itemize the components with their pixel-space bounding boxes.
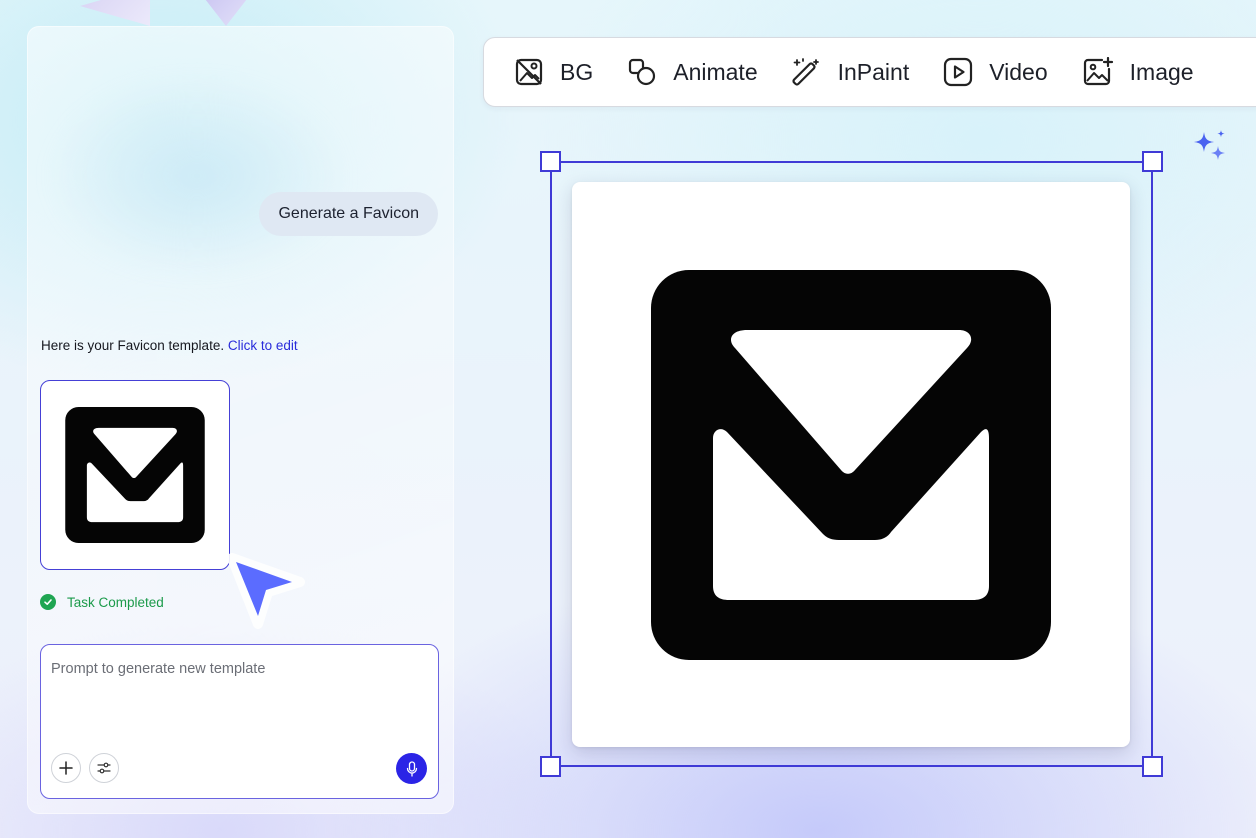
play-icon — [944, 57, 973, 87]
resize-handle-bottom-left[interactable] — [540, 756, 561, 777]
assistant-reply: Here is your Favicon template. Click to … — [41, 338, 298, 353]
envelope-favicon-icon — [65, 407, 205, 543]
decor-shape-left — [80, 0, 150, 26]
editor-toolbar: BG Animate InPaint Video Image — [483, 37, 1256, 107]
favicon-thumbnail[interactable] — [40, 380, 230, 570]
check-circle-icon — [40, 594, 56, 610]
magic-wand-icon — [792, 58, 819, 86]
panel-glow — [47, 76, 347, 276]
chat-panel: Generate a Favicon Here is your Favicon … — [27, 26, 454, 814]
tool-animate[interactable]: Animate — [627, 57, 758, 87]
add-button[interactable] — [51, 753, 81, 783]
settings-button[interactable] — [89, 753, 119, 783]
prompt-input[interactable] — [51, 661, 427, 751]
reply-text: Here is your Favicon template. — [41, 338, 225, 353]
task-status: Task Completed — [40, 594, 164, 610]
selection-box[interactable] — [540, 151, 1163, 777]
click-to-edit-link[interactable]: Click to edit — [228, 338, 298, 353]
tool-inpaint-label: InPaint — [837, 58, 910, 85]
sliders-icon — [97, 762, 111, 774]
tool-image[interactable]: Image — [1082, 57, 1194, 87]
resize-handle-bottom-right[interactable] — [1142, 756, 1163, 777]
tool-bg[interactable]: BG — [514, 57, 593, 87]
microphone-icon — [406, 760, 417, 777]
tool-inpaint[interactable]: InPaint — [792, 57, 910, 87]
tool-video-label: Video — [989, 58, 1048, 85]
user-message-bubble: Generate a Favicon — [259, 192, 438, 236]
sparkle-icon — [1190, 128, 1230, 173]
prompt-composer — [40, 644, 439, 799]
shapes-icon — [629, 58, 656, 86]
remove-bg-icon — [515, 58, 543, 86]
tool-image-label: Image — [1129, 58, 1194, 85]
resize-handle-top-right[interactable] — [1142, 151, 1163, 172]
tool-bg-label: BG — [560, 58, 594, 85]
tool-animate-label: Animate — [673, 58, 758, 85]
mic-button[interactable] — [396, 753, 427, 784]
pointer-cursor-icon — [226, 552, 310, 641]
status-label: Task Completed — [67, 594, 164, 610]
resize-handle-top-left[interactable] — [540, 151, 561, 172]
decor-shape-right — [198, 0, 254, 26]
add-image-icon — [1083, 57, 1113, 86]
plus-icon — [59, 761, 73, 775]
tool-video[interactable]: Video — [943, 57, 1048, 87]
